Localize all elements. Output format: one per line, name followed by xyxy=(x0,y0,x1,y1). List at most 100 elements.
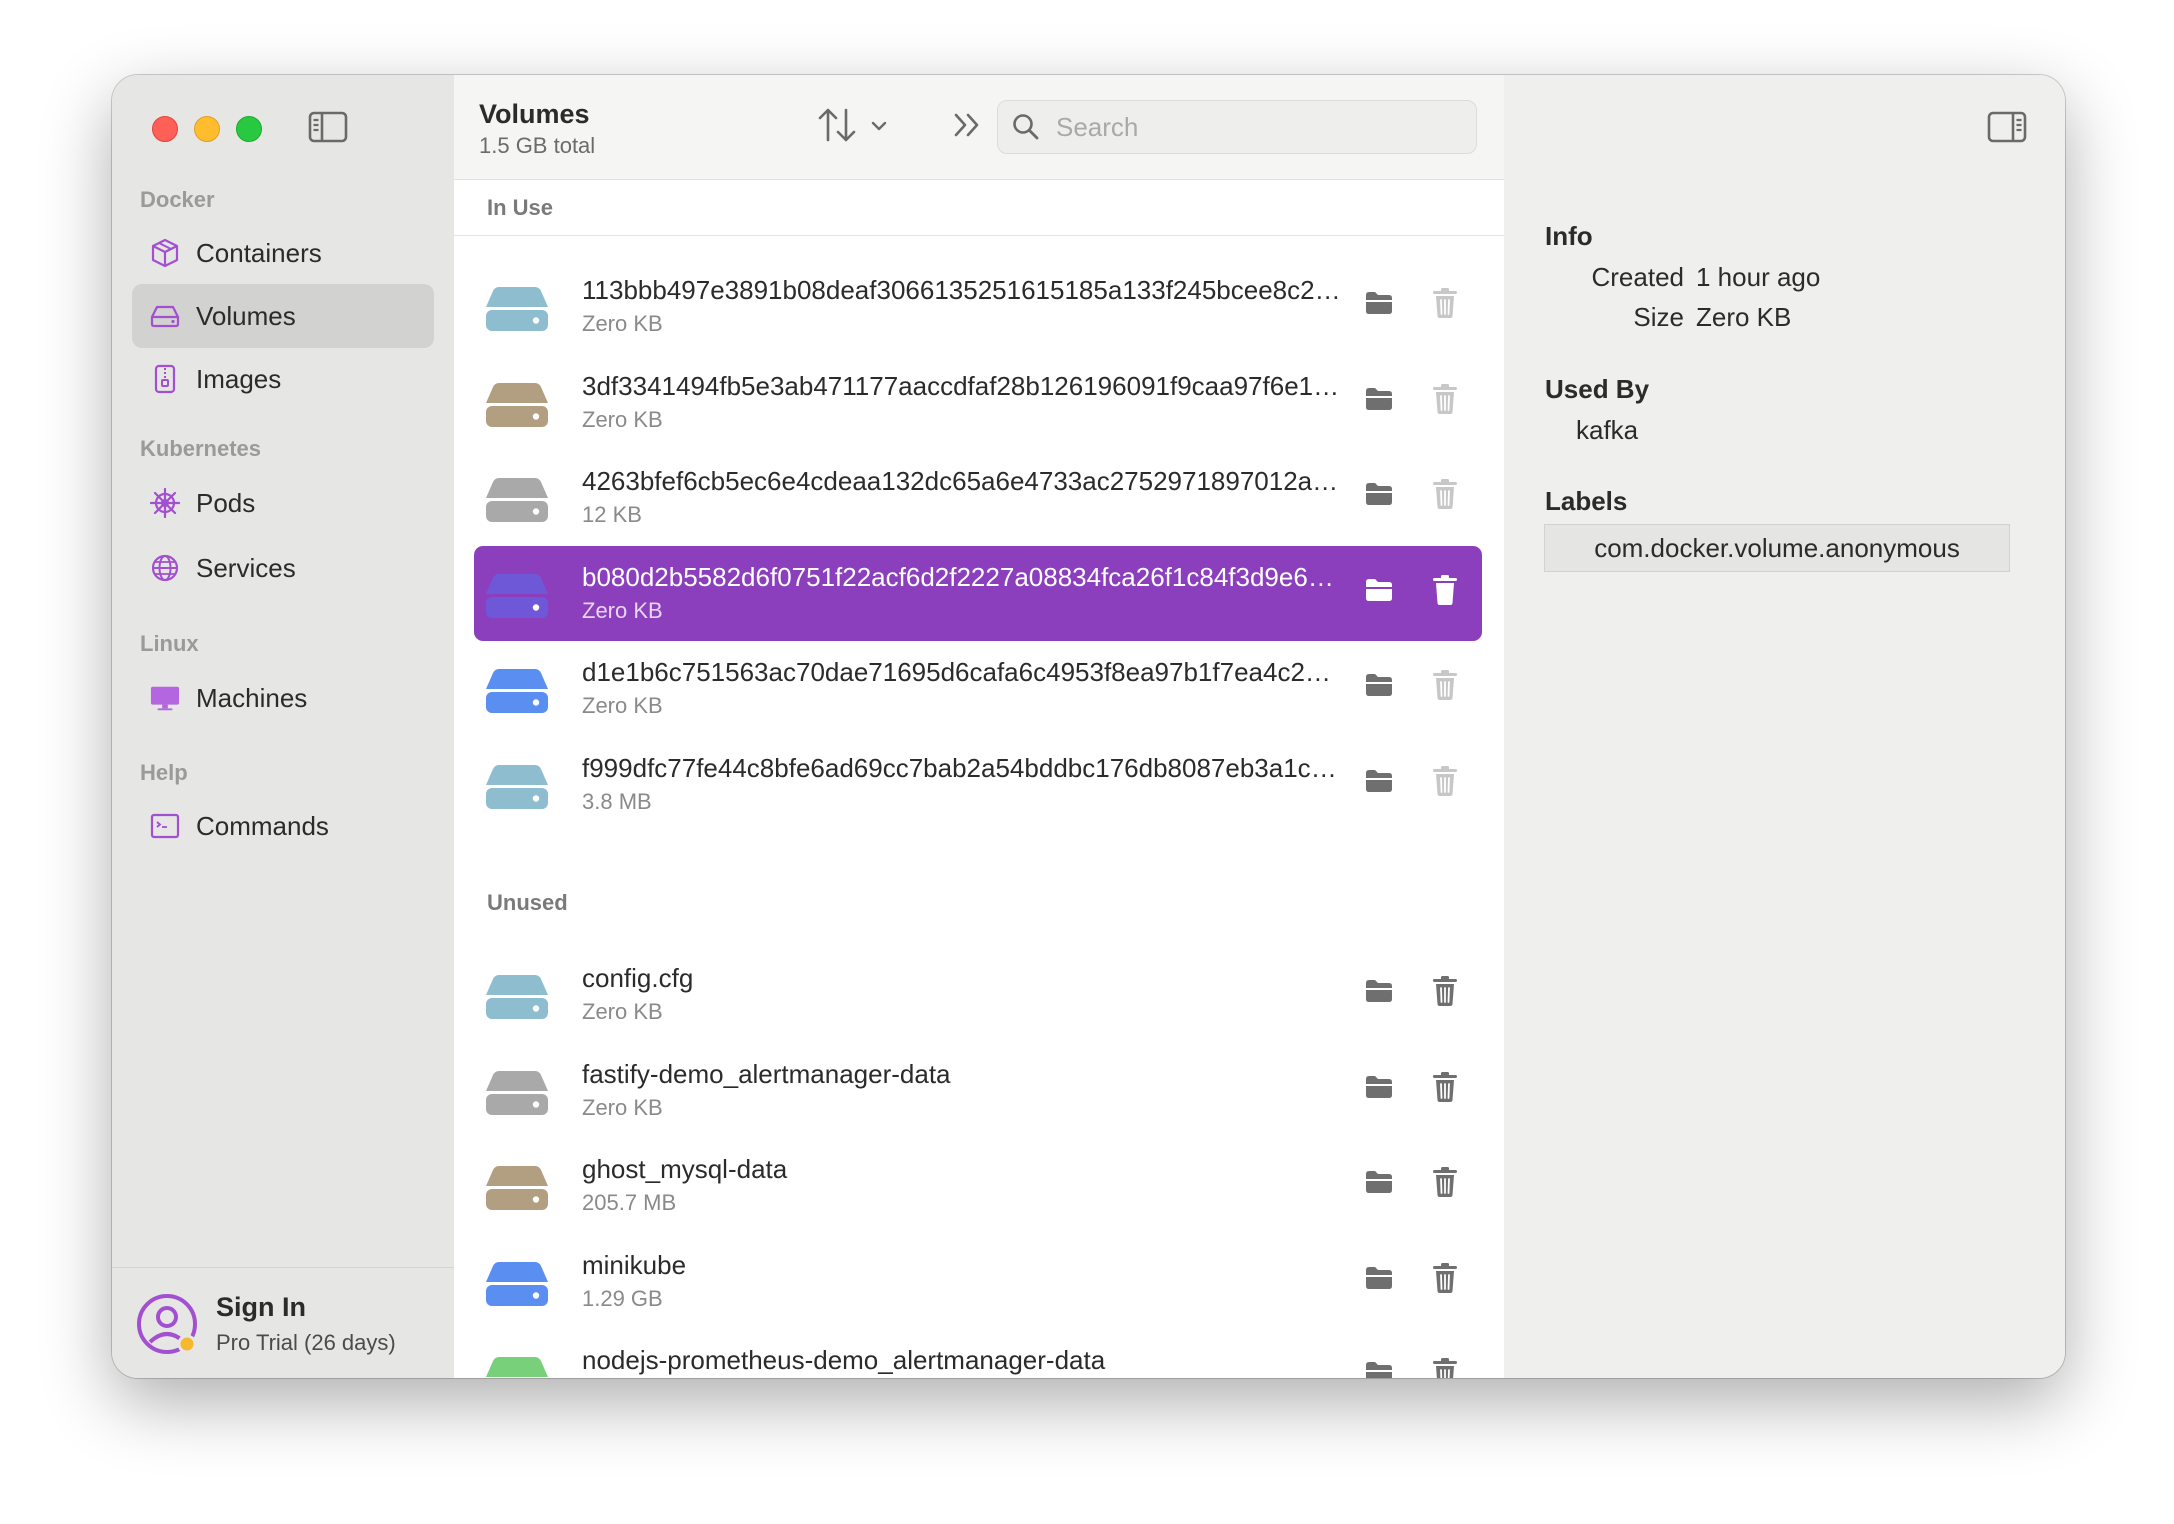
volume-row[interactable]: config.cfg Zero KB xyxy=(474,947,1482,1042)
open-folder-icon[interactable] xyxy=(1364,481,1394,512)
drive-icon xyxy=(150,301,180,331)
volume-drive-icon xyxy=(484,285,550,338)
delete-trash-icon[interactable] xyxy=(1432,1262,1458,1299)
volume-drive-icon xyxy=(484,667,550,720)
volume-row[interactable]: 113bbb497e3891b08deaf3066135251615185a13… xyxy=(474,259,1482,354)
delete-trash-icon[interactable] xyxy=(1432,1166,1458,1203)
volume-row[interactable]: b080d2b5582d6f0751f22acf6d2f2227a08834fc… xyxy=(474,546,1482,641)
sidebar-toggle-icon[interactable] xyxy=(308,111,348,148)
globe-icon xyxy=(150,553,180,583)
volume-row[interactable]: d1e1b6c751563ac70dae71695d6cafa6c4953f8e… xyxy=(474,641,1482,736)
sign-in-footer[interactable]: Sign In Pro Trial (26 days) xyxy=(112,1267,454,1378)
size-key: Size xyxy=(1633,302,1684,332)
delete-trash-icon xyxy=(1432,478,1458,515)
avatar xyxy=(135,1292,199,1356)
volume-name: 4263bfef6cb5ec6e4cdeaa132dc65a6e4733ac27… xyxy=(582,466,1342,496)
volume-row[interactable]: minikube 1.29 GB xyxy=(474,1234,1482,1329)
sidebar-item-images[interactable]: Images xyxy=(132,347,434,411)
volume-size: Zero KB xyxy=(582,407,663,432)
delete-trash-icon[interactable] xyxy=(1432,1071,1458,1108)
sidebar-item-label: Images xyxy=(196,363,282,394)
sidebar-item-services[interactable]: Services xyxy=(132,536,434,600)
volume-row[interactable]: f999dfc77fe44c8bfe6ad69cc7bab2a54bddbc17… xyxy=(474,737,1482,832)
used-by-heading: Used By xyxy=(1545,374,1650,404)
volume-row[interactable]: ghost_mysql-data 205.7 MB xyxy=(474,1138,1482,1233)
label-chip: com.docker.volume.anonymous xyxy=(1544,524,2010,572)
open-folder-icon[interactable] xyxy=(1364,1360,1394,1378)
delete-trash-icon[interactable] xyxy=(1432,1357,1458,1378)
sidebar-item-volumes[interactable]: Volumes xyxy=(132,284,434,348)
volume-row[interactable]: nodejs-prometheus-demo_alertmanager-data… xyxy=(474,1329,1482,1378)
volume-drive-icon xyxy=(484,476,550,529)
volume-name: ghost_mysql-data xyxy=(582,1154,788,1184)
terminal-icon xyxy=(150,811,180,841)
zoom-window-button[interactable] xyxy=(236,116,262,142)
sidebar: Docker Containers Volumes Images Kuberne… xyxy=(112,75,455,1378)
page-title: Volumes xyxy=(479,99,590,129)
info-heading: Info xyxy=(1545,221,1593,251)
open-folder-icon[interactable] xyxy=(1364,1265,1394,1296)
cube-icon xyxy=(150,238,180,268)
open-folder-icon[interactable] xyxy=(1364,672,1394,703)
volume-drive-icon xyxy=(484,973,550,1026)
volume-row[interactable]: 3df3341494fb5e3ab471177aaccdfaf28b126196… xyxy=(474,355,1482,450)
delete-trash-icon xyxy=(1432,383,1458,420)
created-value: 1 hour ago xyxy=(1696,262,1821,292)
open-folder-icon[interactable] xyxy=(1364,768,1394,799)
trial-status: Pro Trial (26 days) xyxy=(216,1330,396,1355)
volume-name: 3df3341494fb5e3ab471177aaccdfaf28b126196… xyxy=(582,371,1342,401)
volume-size: 205.7 MB xyxy=(582,1190,677,1215)
sidebar-item-machines[interactable]: Machines xyxy=(132,666,434,730)
search-input[interactable] xyxy=(1054,110,1458,144)
unused-label: Unused xyxy=(487,890,568,915)
archive-icon xyxy=(150,364,180,394)
volume-size: Zero KB xyxy=(582,311,663,336)
delete-trash-icon[interactable] xyxy=(1432,975,1458,1012)
volume-name: b080d2b5582d6f0751f22acf6d2f2227a08834fc… xyxy=(582,562,1342,592)
minimize-window-button[interactable] xyxy=(194,116,220,142)
volume-row[interactable]: fastify-demo_alertmanager-data Zero KB xyxy=(474,1043,1482,1138)
created-key: Created xyxy=(1591,262,1685,292)
sidebar-item-label: Volumes xyxy=(196,300,296,331)
sidebar-item-containers[interactable]: Containers xyxy=(132,221,434,285)
labels-heading: Labels xyxy=(1545,486,1628,516)
open-folder-icon[interactable] xyxy=(1364,978,1394,1009)
delete-trash-icon[interactable] xyxy=(1432,574,1458,611)
volume-size: Zero KB xyxy=(582,598,663,623)
volume-size: 3.8 MB xyxy=(582,789,652,814)
in-use-label: In Use xyxy=(487,195,554,220)
used-by-container-link[interactable]: kafka xyxy=(1576,415,1638,446)
open-folder-icon[interactable] xyxy=(1364,577,1394,608)
volume-size: Zero KB xyxy=(582,693,663,718)
sidebar-item-commands[interactable]: Commands xyxy=(132,794,434,858)
sidebar-section-docker: Docker xyxy=(140,187,215,212)
sidebar-item-label: Services xyxy=(196,552,296,583)
volume-drive-icon xyxy=(484,1164,550,1217)
volume-drive-icon xyxy=(484,1260,550,1313)
open-folder-icon[interactable] xyxy=(1364,386,1394,417)
open-folder-icon[interactable] xyxy=(1364,290,1394,321)
volume-drive-icon xyxy=(484,381,550,434)
volume-size: 12 KB xyxy=(582,502,642,527)
open-folder-icon[interactable] xyxy=(1364,1169,1394,1200)
helm-wheel-icon xyxy=(150,488,180,518)
search-field[interactable] xyxy=(997,100,1477,154)
sidebar-section-help: Help xyxy=(140,760,188,785)
volume-name: d1e1b6c751563ac70dae71695d6cafa6c4953f8e… xyxy=(582,657,1342,687)
volume-name: config.cfg xyxy=(582,963,694,993)
close-window-button[interactable] xyxy=(152,116,178,142)
delete-trash-icon xyxy=(1432,765,1458,802)
more-toolbar-items-icon[interactable] xyxy=(952,111,982,144)
toolbar: Volumes 1.5 GB total xyxy=(454,75,1504,180)
sort-arrows-icon xyxy=(817,107,857,148)
open-folder-icon[interactable] xyxy=(1364,1074,1394,1105)
volume-drive-icon xyxy=(484,1069,550,1122)
total-size: 1.5 GB total xyxy=(479,133,596,158)
delete-trash-icon xyxy=(1432,669,1458,706)
sort-button[interactable] xyxy=(817,107,887,148)
inspector-toggle-icon[interactable] xyxy=(1987,111,2027,148)
volume-name: minikube xyxy=(582,1250,687,1280)
volume-row[interactable]: 4263bfef6cb5ec6e4cdeaa132dc65a6e4733ac27… xyxy=(474,450,1482,545)
sidebar-item-pods[interactable]: Pods xyxy=(132,471,434,535)
delete-trash-icon xyxy=(1432,287,1458,324)
